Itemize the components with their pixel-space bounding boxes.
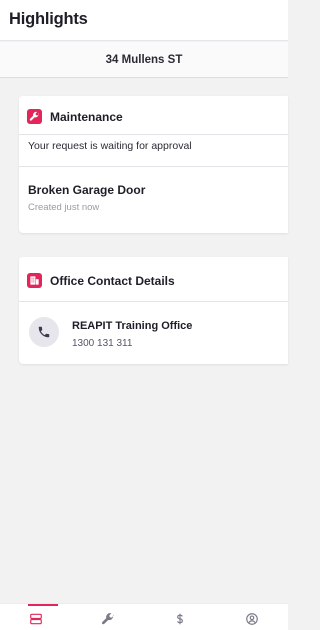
dollar-icon bbox=[177, 613, 183, 625]
user-circle-icon bbox=[246, 613, 258, 625]
maintenance-card-header: Maintenance bbox=[19, 96, 288, 134]
dashboard-icon bbox=[30, 613, 42, 625]
office-name: REAPIT Training Office bbox=[72, 320, 193, 332]
page-title: Highlights bbox=[9, 10, 88, 28]
property-address: 34 Mullens ST bbox=[105, 54, 183, 66]
active-tab-indicator bbox=[28, 604, 58, 606]
maintenance-status-text: Your request is waiting for approval bbox=[28, 140, 192, 152]
divider bbox=[19, 134, 288, 135]
nav-item-maintenance[interactable] bbox=[72, 604, 144, 630]
divider bbox=[19, 301, 288, 302]
phone-icon[interactable] bbox=[29, 317, 59, 347]
bottom-nav bbox=[0, 603, 288, 630]
office-contact-card[interactable]: Office Contact Details REAPIT Training O… bbox=[19, 257, 288, 364]
office-card-title: Office Contact Details bbox=[50, 274, 175, 288]
job-title: Broken Garage Door bbox=[28, 183, 146, 197]
maintenance-card[interactable]: Maintenance Your request is waiting for … bbox=[19, 96, 288, 233]
office-phone-number[interactable]: 1300 131 311 bbox=[72, 338, 132, 349]
wrench-icon bbox=[27, 109, 42, 124]
job-created-time: Created just now bbox=[28, 202, 100, 213]
maintenance-card-title: Maintenance bbox=[50, 110, 123, 124]
app-header: Highlights bbox=[0, 0, 288, 41]
property-address-bar[interactable]: 34 Mullens ST bbox=[0, 42, 288, 78]
building-icon bbox=[27, 273, 42, 288]
divider bbox=[19, 166, 288, 167]
wrench-icon bbox=[101, 613, 114, 625]
nav-item-highlights[interactable] bbox=[0, 604, 72, 630]
nav-item-payments[interactable] bbox=[144, 604, 216, 630]
office-card-header: Office Contact Details bbox=[19, 257, 288, 295]
nav-item-account[interactable] bbox=[216, 604, 288, 630]
